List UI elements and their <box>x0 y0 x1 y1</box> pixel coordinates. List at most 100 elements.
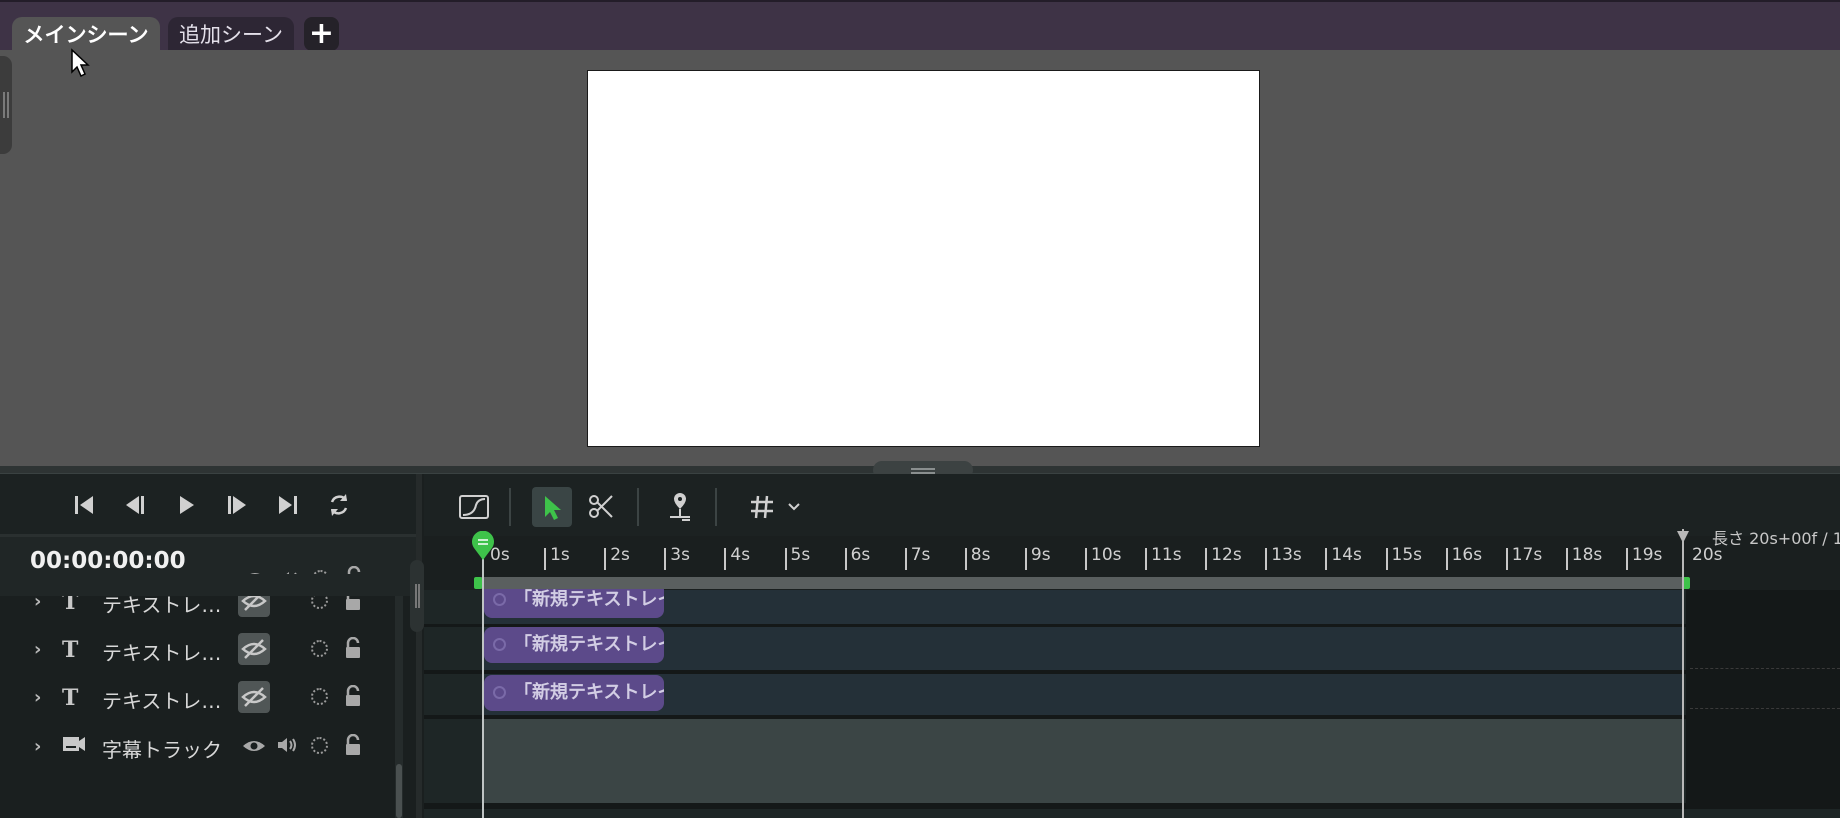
timeline-toolbar <box>424 474 1840 536</box>
play-icon[interactable] <box>170 489 202 521</box>
ruler-tick <box>1385 548 1388 570</box>
track-lane-out-of-range <box>1686 719 1840 803</box>
track-lane <box>424 809 1840 818</box>
ruler-tick-label: 15s <box>1391 545 1423 565</box>
ruler-tick-label: 16s <box>1451 545 1483 565</box>
step-forward-icon[interactable] <box>221 489 253 521</box>
expand-chevron-icon[interactable]: › <box>34 687 41 708</box>
range-start-handle[interactable] <box>474 577 482 589</box>
add-scene-button[interactable]: + <box>304 17 339 51</box>
lock-open-icon[interactable] <box>343 637 363 659</box>
text-track-icon: T <box>62 685 79 711</box>
ruler-tick-label: 6s <box>850 545 871 565</box>
track-row[interactable]: › 字幕トラック <box>0 724 398 772</box>
solo-icon[interactable] <box>311 737 328 754</box>
ruler-tick-label: 18s <box>1571 545 1603 565</box>
grid-snap-icon[interactable] <box>742 487 782 527</box>
ruler-tick-label: 2s <box>610 545 630 565</box>
chevron-down-icon[interactable] <box>784 487 804 527</box>
timecode-display: 00:00:00:00 <box>30 548 186 574</box>
ruler-tick <box>664 548 667 570</box>
expand-chevron-icon[interactable]: › <box>34 639 41 660</box>
lane-guide <box>1690 708 1840 709</box>
ruler-tick-label: 3s <box>670 545 690 565</box>
track-lane-out-of-range <box>1686 674 1840 718</box>
audio-icon[interactable] <box>276 736 298 754</box>
scene-end-marker-icon[interactable] <box>1676 530 1690 544</box>
marker-pin-icon[interactable] <box>660 487 700 527</box>
tab-main-scene[interactable]: メインシーン <box>12 17 160 52</box>
ruler-tick-label: 19s <box>1631 545 1663 565</box>
time-ruler[interactable]: 0s 1s 2s 3s 4s 5s 6s 7s 8s 9s 10s 11s 12s 13s 14s 15s 16… <box>424 536 1840 578</box>
ruler-tick-label: 1s <box>550 545 570 565</box>
ruler-tick <box>544 548 547 570</box>
track-list-scrollbar[interactable] <box>395 596 403 818</box>
ruler-tick <box>1145 548 1148 570</box>
ruler-tick-label: 5s <box>790 545 811 565</box>
header-overlap-mask <box>0 574 418 596</box>
ruler-tick-label: 11s <box>1151 545 1182 565</box>
ruler-tick <box>904 548 907 570</box>
text-clip[interactable]: 「新規テキストレイヤー」 <box>484 627 664 663</box>
track-label: テキストレ… <box>102 641 222 665</box>
ruler-tick-label: 4s <box>730 545 751 565</box>
side-panel-handle[interactable] <box>0 56 12 154</box>
lane-guide <box>1690 668 1840 669</box>
ruler-tick-label: 14s <box>1331 545 1362 565</box>
work-range-bar[interactable] <box>478 577 1686 589</box>
track-row[interactable]: › T テキストレ… <box>0 675 398 723</box>
scissors-icon[interactable] <box>582 487 622 527</box>
ruler-tick <box>1265 548 1268 570</box>
lock-open-icon[interactable] <box>343 685 363 707</box>
playback-controls <box>0 474 418 534</box>
visibility-off-icon[interactable] <box>238 633 270 665</box>
preview-canvas[interactable] <box>587 70 1260 447</box>
panel-splitter <box>416 474 422 818</box>
subtitle-lane-body <box>484 719 1682 803</box>
skip-to-start-icon[interactable] <box>68 489 100 521</box>
text-clip[interactable]: 「新規テキストレイヤー」 <box>484 675 664 711</box>
ruler-tick <box>1565 548 1568 570</box>
ruler-tick <box>844 548 847 570</box>
visibility-icon[interactable] <box>242 738 266 754</box>
solo-icon[interactable] <box>311 688 328 705</box>
ruler-tick <box>1325 548 1328 570</box>
ruler-tick-label: 9s <box>1030 545 1051 565</box>
tab-additional-scene[interactable]: 追加シーン <box>168 17 294 52</box>
loop-icon[interactable] <box>323 489 355 521</box>
ruler-tick-label: 8s <box>970 545 991 565</box>
track-label: テキストレ… <box>102 689 222 713</box>
solo-icon[interactable] <box>311 640 328 657</box>
track-label: 字幕トラック <box>102 738 222 762</box>
ruler-tick <box>1085 548 1087 570</box>
ruler-tick-label: 10s <box>1091 545 1122 565</box>
playhead-handle-icon[interactable] <box>471 531 495 561</box>
ruler-tick <box>1205 548 1208 570</box>
duration-label: 長さ 20s+00f / 1 <box>1712 529 1840 548</box>
track-row[interactable]: › T テキストレ… <box>0 627 398 675</box>
track-header-resize-handle[interactable] <box>410 560 424 632</box>
visibility-off-icon[interactable] <box>238 681 270 713</box>
ruler-tick <box>1445 548 1448 570</box>
track-lane-out-of-range <box>1686 627 1840 671</box>
ruler-tick-label: 17s <box>1511 545 1543 565</box>
scene-tab-bar: メインシーン 追加シーン + <box>0 0 1840 52</box>
text-track-icon: T <box>62 637 79 663</box>
mouse-cursor-icon <box>71 48 90 78</box>
ruler-tick <box>1505 548 1508 570</box>
preview-area <box>0 50 1840 466</box>
scene-end-line <box>1682 529 1684 818</box>
step-back-icon[interactable] <box>119 489 151 521</box>
select-tool-icon[interactable] <box>532 487 572 527</box>
playhead-line <box>482 556 484 818</box>
expand-chevron-icon[interactable]: › <box>34 736 41 757</box>
ruler-tick <box>1625 548 1628 570</box>
skip-to-end-icon[interactable] <box>272 489 304 521</box>
ruler-tick-label: 12s <box>1211 545 1242 565</box>
easing-curve-icon[interactable] <box>454 487 494 527</box>
ruler-tick <box>964 548 967 570</box>
ruler-tick <box>604 548 607 570</box>
ruler-tick <box>1024 548 1027 570</box>
ruler-tick <box>784 548 787 570</box>
lock-open-icon[interactable] <box>343 734 363 756</box>
